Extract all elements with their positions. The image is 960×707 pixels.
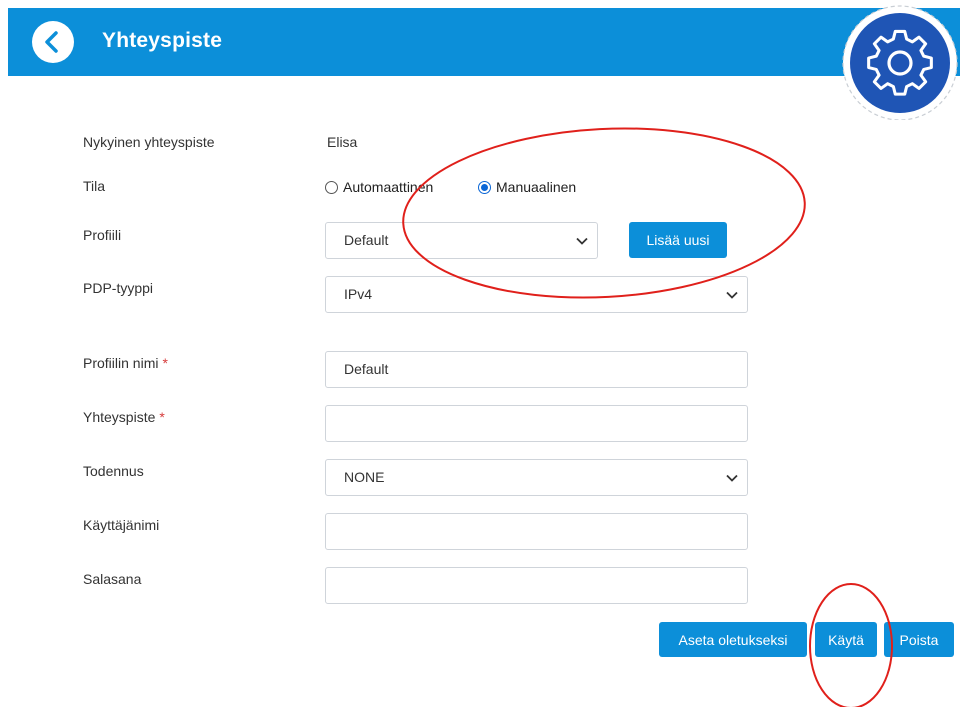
apn-input[interactable] <box>325 405 748 442</box>
header-bar: Yhteyspiste <box>8 8 960 76</box>
current-apn-value: Elisa <box>327 134 358 150</box>
password-input[interactable] <box>325 567 748 604</box>
apn-label: Yhteyspiste * <box>83 409 165 425</box>
chevron-down-icon <box>726 460 738 495</box>
profile-label: Profiili <box>83 227 122 243</box>
required-mark: * <box>159 409 165 425</box>
profile-select-value: Default <box>344 232 389 248</box>
settings-button[interactable] <box>842 0 960 120</box>
add-new-button[interactable]: Lisää uusi <box>629 222 727 258</box>
delete-button[interactable]: Poista <box>884 622 954 657</box>
required-mark: * <box>162 355 168 371</box>
mode-label: Tila <box>83 178 106 194</box>
radio-automatic-label: Automaattinen <box>343 179 434 195</box>
page-title: Yhteyspiste <box>102 29 223 52</box>
username-label: Käyttäjänimi <box>83 517 160 533</box>
radio-manual[interactable]: Manuaalinen <box>478 179 576 195</box>
pdp-type-select[interactable]: IPv4 <box>325 276 748 313</box>
profile-name-label: Profiilin nimi * <box>83 355 168 371</box>
current-apn-label: Nykyinen yhteyspiste <box>83 134 215 150</box>
apply-button[interactable]: Käytä <box>815 622 877 657</box>
chevron-down-icon <box>726 277 738 312</box>
gear-icon <box>842 5 958 120</box>
auth-select[interactable]: NONE <box>325 459 748 496</box>
set-default-button[interactable]: Aseta oletukseksi <box>659 622 807 657</box>
profile-name-input[interactable]: Default <box>325 351 748 388</box>
apn-label-text: Yhteyspiste <box>83 409 156 425</box>
chevron-left-icon <box>45 31 58 53</box>
password-label: Salasana <box>83 571 142 587</box>
radio-automatic-circle[interactable] <box>325 180 338 194</box>
auth-value: NONE <box>344 469 385 485</box>
profile-name-value: Default <box>344 361 389 377</box>
auth-label: Todennus <box>83 463 144 479</box>
username-input[interactable] <box>325 513 748 550</box>
chevron-down-icon <box>576 223 588 258</box>
back-button[interactable] <box>32 21 74 63</box>
pdp-type-label: PDP-tyyppi <box>83 280 154 296</box>
radio-manual-circle[interactable] <box>478 180 491 194</box>
profile-name-label-text: Profiilin nimi <box>83 355 159 371</box>
radio-automatic[interactable]: Automaattinen <box>325 179 433 195</box>
profile-select[interactable]: Default <box>325 222 598 259</box>
pdp-type-value: IPv4 <box>344 286 373 302</box>
radio-manual-label: Manuaalinen <box>496 179 577 195</box>
